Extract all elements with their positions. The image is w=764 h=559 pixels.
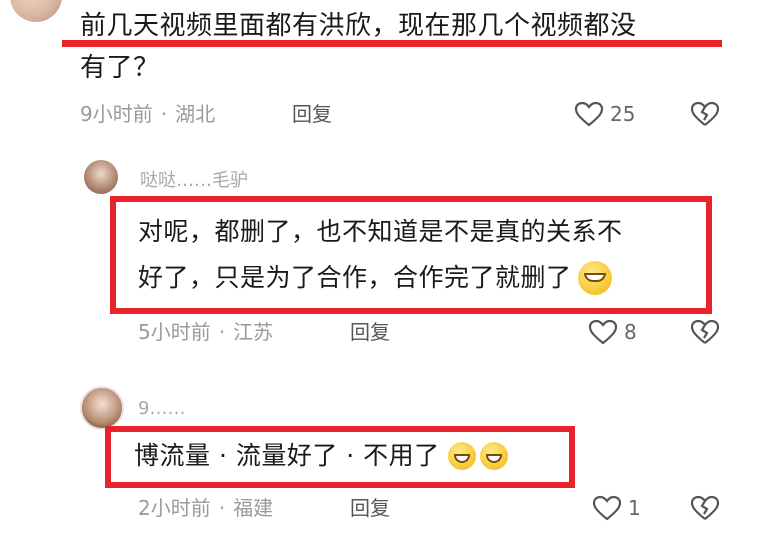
like-count: 25 xyxy=(610,102,636,126)
reply-time: 2小时前 xyxy=(138,496,211,520)
heart-icon xyxy=(574,101,604,127)
reply-button[interactable]: 回复 xyxy=(350,318,390,346)
comment-text-line2: 有了？ xyxy=(80,53,160,83)
heart-icon xyxy=(588,319,618,345)
broken-heart-icon xyxy=(690,101,720,126)
reply-meta: 2小时前 · 福建 xyxy=(138,496,274,520)
comment-meta: 9小时前 · 湖北 xyxy=(80,102,216,126)
comment-location: 湖北 xyxy=(175,102,216,126)
heart-icon xyxy=(592,495,622,521)
reply-button[interactable]: 回复 xyxy=(350,494,390,522)
reply-text-line2: 好了，只是为了合作，合作完了就删了 xyxy=(138,263,572,292)
reply-text: 博流量 · 流量好了 · 不用了 xyxy=(134,441,440,470)
reply-text-line2-wrap: 好了，只是为了合作，合作完了就删了 xyxy=(138,258,612,298)
avatar[interactable] xyxy=(10,0,62,22)
reply-text-line1: 对呢，都删了，也不知道是不是真的关系不 xyxy=(138,217,623,246)
dislike-button[interactable] xyxy=(690,494,720,522)
reply-time: 5小时前 xyxy=(138,320,211,344)
broken-heart-icon xyxy=(690,319,720,344)
reply-meta: 5小时前 · 江苏 xyxy=(138,320,274,344)
comment-time: 9小时前 xyxy=(80,102,153,126)
reply-button[interactable]: 回复 xyxy=(292,100,332,128)
username[interactable]: 9…… xyxy=(138,398,185,419)
like-count: 1 xyxy=(628,496,641,520)
like-button[interactable]: 8 xyxy=(588,318,637,346)
dislike-button[interactable] xyxy=(690,318,720,346)
like-button[interactable]: 1 xyxy=(592,494,641,522)
applause-emoji-icon xyxy=(577,261,612,295)
username[interactable]: 哒哒……毛驴 xyxy=(140,166,248,192)
like-count: 8 xyxy=(624,320,637,344)
avatar[interactable] xyxy=(80,386,124,430)
broken-heart-icon xyxy=(690,495,720,520)
reply-location: 福建 xyxy=(233,496,274,520)
grin-emoji-icon xyxy=(479,442,508,470)
avatar[interactable] xyxy=(84,160,118,194)
grin-emoji-icon xyxy=(447,442,476,470)
reply-location: 江苏 xyxy=(233,320,274,344)
dislike-button[interactable] xyxy=(690,100,720,128)
like-button[interactable]: 25 xyxy=(574,100,635,128)
reply2-text-wrap: 博流量 · 流量好了 · 不用了 xyxy=(134,436,508,476)
